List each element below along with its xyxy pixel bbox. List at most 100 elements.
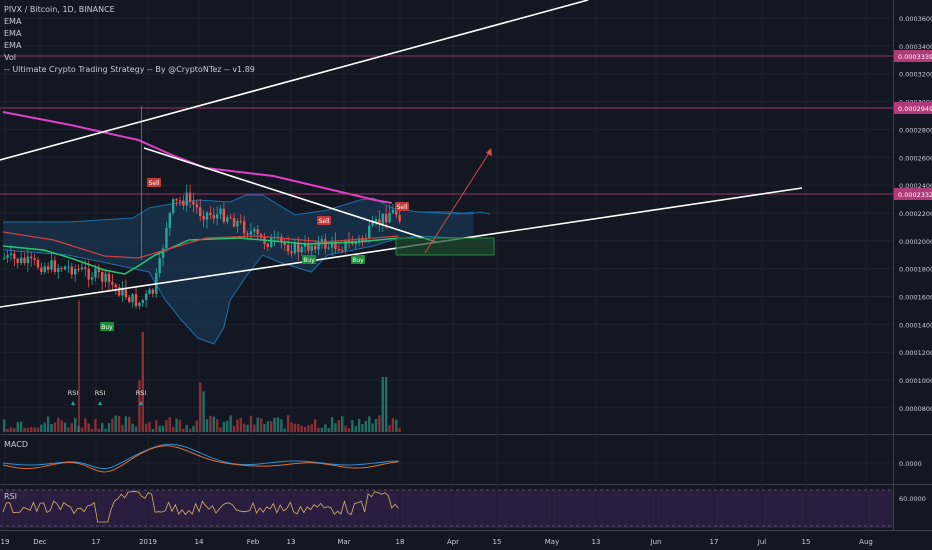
volume-bar <box>73 418 77 432</box>
volume-bar <box>165 420 168 432</box>
rsi-signal-label: RSI <box>68 389 79 397</box>
volume-bar <box>313 419 317 432</box>
rsi-title[interactable]: RSI <box>4 492 17 501</box>
chart-canvas[interactable]: Sell Sell Sell Buy Buy Buy RSI RSI RSI 0.0003600… <box>0 0 932 550</box>
rsi-signal-label: RSI <box>95 389 106 397</box>
candle-body <box>87 268 90 280</box>
time-tick-label: May <box>545 538 559 546</box>
volume-bar <box>357 419 361 432</box>
time-tick-label: Jul <box>757 538 767 546</box>
candle-body <box>104 273 107 282</box>
candle-body <box>320 239 324 242</box>
macd-title[interactable]: MACD <box>4 440 28 449</box>
volume-bar <box>121 424 124 432</box>
indicator-ema-2[interactable]: EMA <box>4 28 255 40</box>
volume-bar <box>354 426 357 432</box>
volume-bar <box>222 421 226 432</box>
volume-bar <box>297 423 300 432</box>
volume-bar <box>310 424 313 432</box>
candle-body <box>131 294 134 303</box>
volume-bar <box>101 422 104 432</box>
candle-body <box>165 228 168 249</box>
volume-bar <box>90 428 94 432</box>
candle-body <box>226 217 229 222</box>
rsi-signal-label: RSI <box>136 389 147 397</box>
candle-body <box>185 192 188 206</box>
sell-signal-label: Sell <box>149 180 160 187</box>
candle-body <box>222 208 226 222</box>
volume-bar <box>324 424 327 432</box>
macd-pane[interactable] <box>0 435 893 485</box>
volume-bar <box>327 427 330 432</box>
volume-bar <box>97 428 101 432</box>
price-tick-label: 0.0003400 <box>899 43 932 51</box>
volume-bar <box>9 427 13 432</box>
volume-bar <box>178 419 182 432</box>
price-tick-label: 0.0000800 <box>899 405 932 413</box>
candle-body <box>151 289 155 294</box>
volume-bar <box>3 419 6 432</box>
price-tick-label: 0.0002000 <box>899 238 932 246</box>
time-tick-label: 15 <box>802 538 811 546</box>
candle-body <box>398 214 401 222</box>
volume-bar <box>219 427 222 432</box>
candle-body <box>60 268 63 270</box>
volume-bar <box>300 425 303 432</box>
candle-body <box>9 253 13 256</box>
candle-body <box>13 253 16 259</box>
price-tick-label: 0.0002200 <box>899 210 932 218</box>
time-axis[interactable]: 19 Dec 17 2019 14 Feb 13 Mar 18 Apr 15 May 13 Jun 17 Ju… <box>1 538 873 546</box>
candle-body <box>94 268 97 278</box>
rsi-pane[interactable] <box>0 490 893 528</box>
volume-bar <box>246 424 249 432</box>
candle-body <box>337 249 341 251</box>
symbol-title[interactable]: PIVX / Bitcoin, 1D, BINANCE <box>4 4 255 16</box>
volume-bar <box>84 418 87 432</box>
volume-bar <box>374 418 378 432</box>
volume-bar <box>286 415 290 432</box>
candle-body <box>23 257 26 264</box>
volume-bar <box>30 426 33 432</box>
time-tick-label: Jun <box>650 538 662 546</box>
candle-body <box>290 251 293 254</box>
candle-body <box>368 225 371 239</box>
volume-bar <box>148 421 151 432</box>
volume-bar <box>151 428 155 432</box>
time-tick-label: 14 <box>195 538 204 546</box>
candle-body <box>53 260 57 272</box>
volume-bar <box>185 424 188 432</box>
volume-bar <box>276 417 280 432</box>
candle-body <box>172 199 175 214</box>
candle-body <box>334 240 337 250</box>
indicator-ema-3[interactable]: EMA <box>4 40 255 52</box>
volume-bar <box>320 427 324 432</box>
candle-body <box>256 229 259 235</box>
volume-bar <box>67 427 70 432</box>
time-tick-label: 15 <box>493 538 502 546</box>
indicator-vol[interactable]: Vol <box>4 52 255 64</box>
indicator-strategy[interactable]: -- Ultimate Crypto Trading Strategy -- B… <box>4 64 255 76</box>
rsi-axis-label: 60.0000 <box>899 495 926 503</box>
price-tick-label: 0.0001200 <box>899 349 932 357</box>
volume-bar <box>63 422 67 432</box>
sell-signal-label: Sell <box>319 218 330 225</box>
volume-bar <box>128 416 131 432</box>
candle-body <box>374 219 378 222</box>
candle-body <box>36 259 40 268</box>
candle-body <box>202 216 205 220</box>
volume-bar <box>303 426 307 432</box>
candle-body <box>168 213 172 229</box>
time-tick-label: Dec <box>33 538 47 546</box>
volume-bar <box>70 423 73 432</box>
indicator-ema-1[interactable]: EMA <box>4 16 255 28</box>
volume-bar <box>161 425 165 432</box>
volume-bar <box>80 427 84 432</box>
candle-body <box>43 266 46 273</box>
candle-body <box>138 302 141 307</box>
candle-body <box>111 282 114 285</box>
volume-bar <box>229 415 232 432</box>
volume-bar <box>36 427 40 432</box>
candle-body <box>195 204 199 208</box>
volume-bar <box>53 422 57 432</box>
price-axis[interactable]: 0.00036000.00034000.00032000.00030000.00… <box>894 15 932 503</box>
